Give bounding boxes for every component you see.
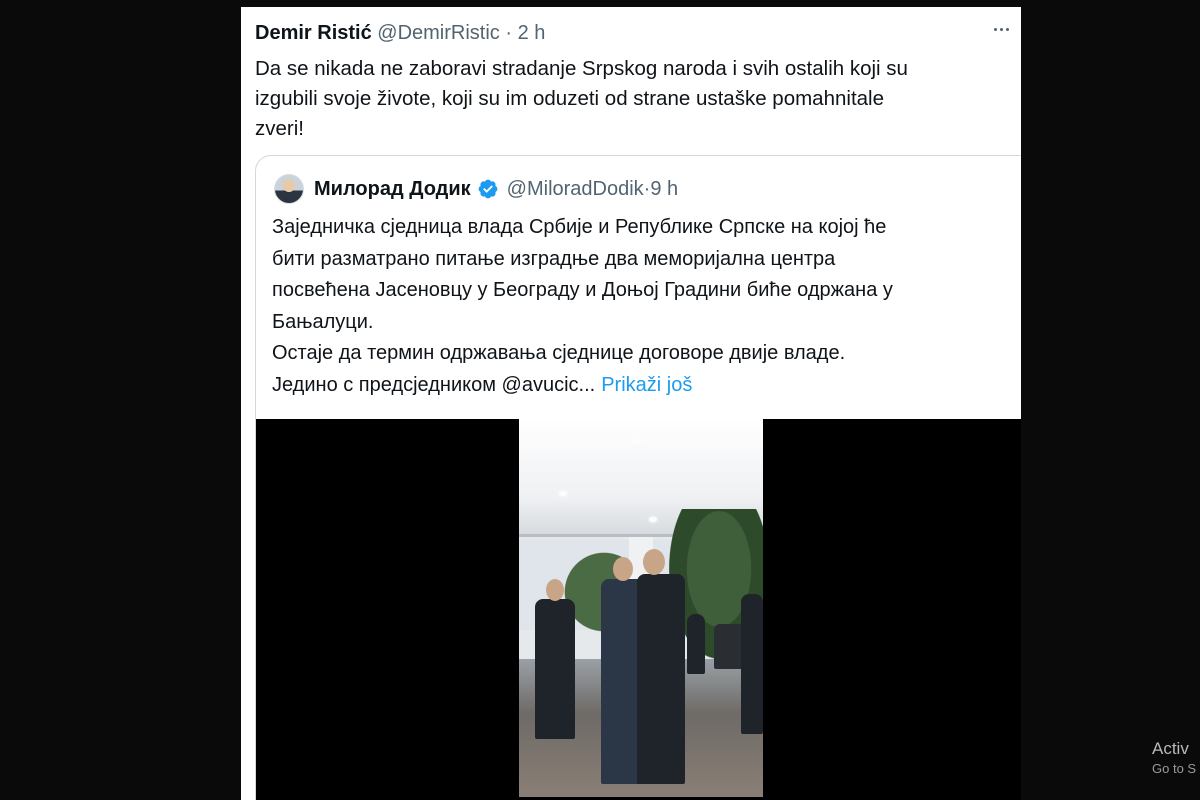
person: [741, 594, 763, 734]
person-head: [643, 549, 665, 575]
quoted-tweet-text: Заједничка сједница влада Србије и Репуб…: [272, 216, 893, 396]
tweet-text: Da se nikada ne zaboravi stradanje Srpsk…: [255, 57, 908, 140]
show-more-link[interactable]: Prikaži još: [601, 374, 692, 396]
author-handle[interactable]: @DemirRistic: [377, 22, 500, 44]
quoted-tweet[interactable]: Милорад Додик @MiloradDodik · 9 h Заједн…: [255, 155, 1021, 800]
tweet-header: Demir Ristić @DemirRistic · 2 h: [255, 20, 545, 46]
tweet-time[interactable]: 2 h: [518, 22, 546, 44]
person: [687, 614, 705, 674]
quoted-author-name[interactable]: Милорад Додик: [314, 175, 471, 203]
ceiling-light: [633, 439, 641, 444]
person: [637, 574, 685, 784]
quoted-tweet-header: Милорад Додик @MiloradDodik · 9 h: [274, 174, 678, 204]
quoted-tweet-time[interactable]: 9 h: [650, 175, 678, 203]
video-frame: [519, 419, 763, 797]
tweet-card[interactable]: Demir Ristić @DemirRistic · 2 h Da se ni…: [241, 7, 1021, 800]
person-head: [613, 557, 633, 581]
ceiling-light: [559, 491, 567, 496]
avatar[interactable]: [274, 174, 304, 204]
ceiling-light: [649, 517, 657, 522]
person-head: [546, 579, 564, 601]
quoted-tweet-text-block: Заједничка сједница влада Србије и Репуб…: [272, 212, 1012, 401]
quoted-author-handle[interactable]: @MiloradDodik: [507, 175, 644, 203]
author-name[interactable]: Demir Ristić: [255, 22, 372, 44]
quoted-header-separator: ·: [643, 178, 651, 200]
activation-line-2: Go to S: [1152, 761, 1197, 776]
header-separator: ·: [499, 22, 518, 44]
video-media[interactable]: [256, 419, 1021, 800]
activation-line-1: Activ: [1152, 739, 1189, 758]
windows-activation-watermark: Activ Go to S: [1152, 738, 1196, 778]
person: [535, 599, 575, 739]
verified-badge-icon: [477, 178, 499, 200]
more-horizontal-icon[interactable]: [989, 19, 1013, 39]
